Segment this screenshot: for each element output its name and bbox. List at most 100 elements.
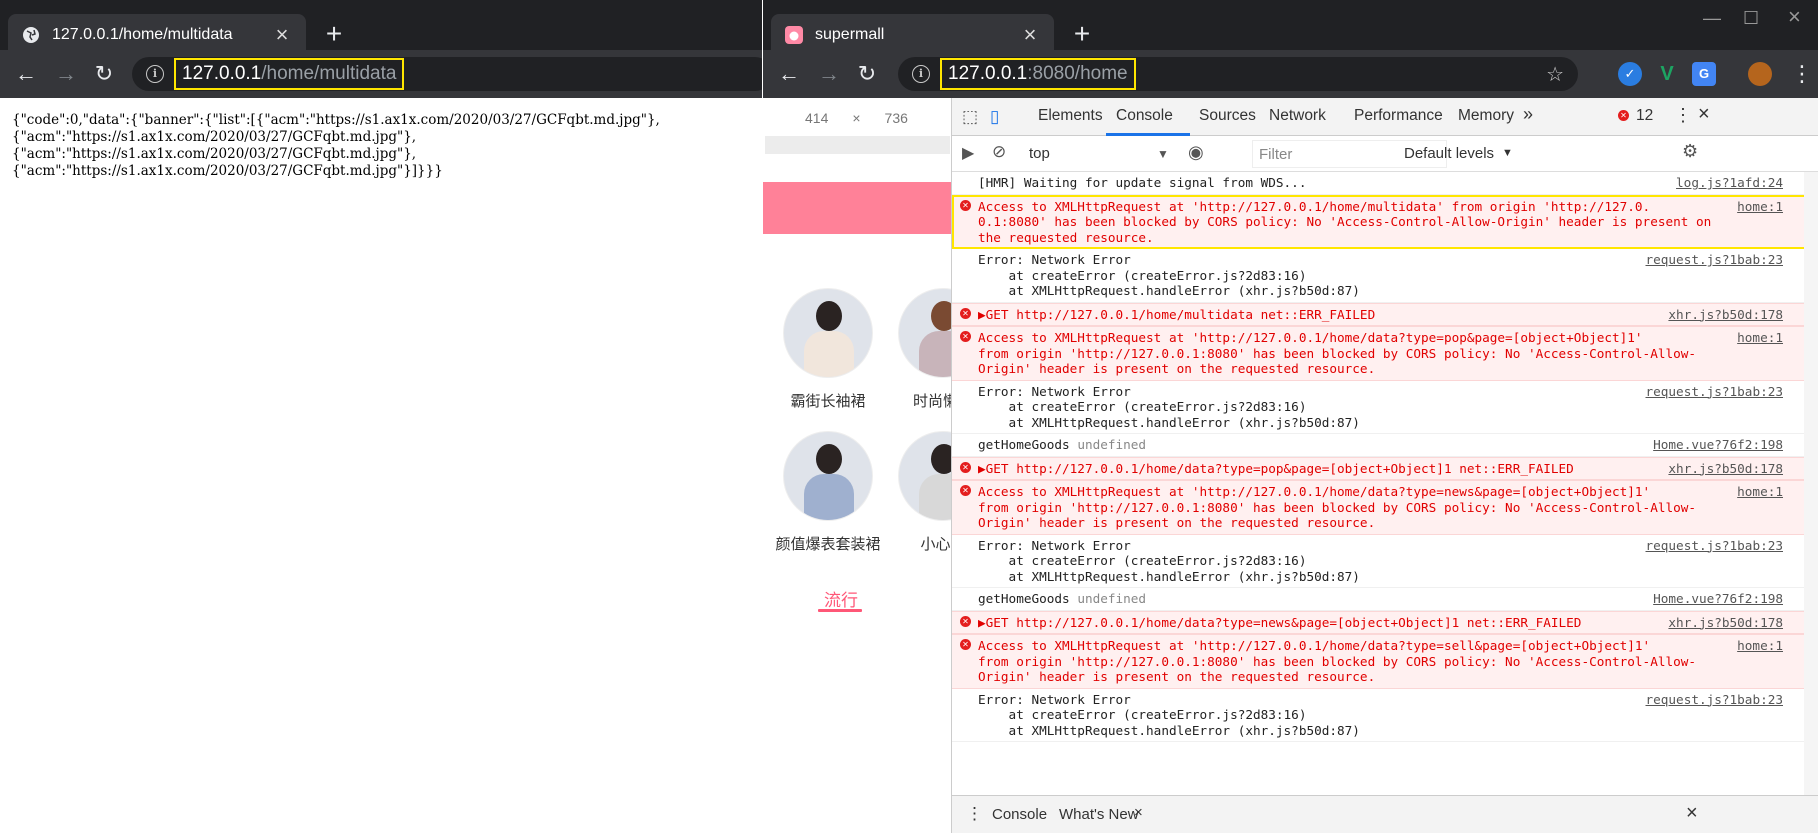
close-drawer-tab-icon[interactable]: × — [1134, 804, 1143, 821]
chevron-down-icon[interactable]: ▼ — [1157, 147, 1169, 161]
forward-button[interactable]: → — [815, 60, 843, 88]
tab-performance[interactable]: Performance — [1354, 107, 1443, 125]
source-link[interactable]: xhr.js?b50d:178 — [1668, 614, 1783, 630]
source-link[interactable]: home:1 — [1737, 638, 1783, 654]
default-levels-select[interactable]: Default levels — [1404, 145, 1494, 162]
console-error-message[interactable]: ✕ ▶GET http://127.0.0.1/home/multidata ne… — [952, 302, 1818, 326]
source-link[interactable]: home:1 — [1737, 484, 1783, 500]
source-link[interactable]: xhr.js?b50d:178 — [1668, 306, 1783, 322]
forward-button[interactable]: → — [52, 60, 80, 88]
console-line: Origin' header is present on the request… — [978, 515, 1376, 530]
address-bar[interactable]: i 127.0.0.1:8080/home ☆ — [898, 57, 1578, 91]
new-tab-button[interactable]: + — [1066, 18, 1098, 50]
supermall-favicon-icon — [785, 26, 803, 44]
console-error-message[interactable]: ✕ Access to XMLHttpRequest at 'http://127… — [952, 326, 1818, 381]
close-drawer-icon[interactable]: × — [1686, 802, 1698, 825]
source-link[interactable]: xhr.js?b50d:178 — [1668, 460, 1783, 476]
drawer-tab-whats-new[interactable]: What's New — [1059, 806, 1139, 823]
source-link[interactable]: request.js?1bab:23 — [1646, 252, 1784, 268]
reload-button[interactable]: ↻ — [853, 60, 881, 88]
tab-elements[interactable]: Elements — [1038, 107, 1103, 125]
globe-icon — [23, 27, 39, 43]
translate-icon[interactable]: G — [1692, 62, 1716, 86]
console-error-message[interactable]: ✕ ▶GET http://127.0.0.1/home/data?type=ne… — [952, 610, 1818, 634]
avatar[interactable] — [1748, 62, 1772, 86]
console-log-message[interactable]: [HMR] Waiting for update signal from WDS… — [952, 172, 1818, 195]
source-link[interactable]: request.js?1bab:23 — [1646, 692, 1784, 708]
console-error-message[interactable]: ✕ Access to XMLHttpRequest at 'http://127… — [952, 634, 1818, 689]
menu-icon[interactable]: ⋮ — [1788, 60, 1816, 88]
json-response: {"code":0,"data":{"banner":{"list":[{"ac… — [12, 112, 660, 180]
eye-icon[interactable]: ◉ — [1188, 142, 1204, 163]
console-log-message[interactable]: getHomeGoods undefined Home.vue?76f2:198 — [952, 434, 1818, 457]
clear-console-icon[interactable]: ⊘ — [992, 142, 1006, 162]
device-toolbar-icon[interactable]: ▯ — [990, 107, 999, 127]
tab-sources[interactable]: Sources — [1199, 107, 1256, 125]
console-error-message[interactable]: ✕ Access to XMLHttpRequest at 'http://127… — [952, 194, 1818, 249]
close-tab-icon[interactable]: × — [272, 22, 292, 48]
close-devtools-icon[interactable]: × — [1698, 103, 1710, 126]
error-count[interactable]: 12 — [1636, 107, 1653, 125]
levels-chevron-icon[interactable]: ▼ — [1502, 147, 1513, 159]
category-item[interactable]: 霸街长袖裙 — [773, 288, 883, 411]
device-height[interactable]: 736 — [885, 110, 908, 126]
tab-pop[interactable]: 流行 — [824, 586, 858, 611]
drawer-tab-console[interactable]: Console — [992, 806, 1047, 823]
console-log-message[interactable]: getHomeGoods undefined Home.vue?76f2:198 — [952, 588, 1818, 611]
source-link[interactable]: Home.vue?76f2:198 — [1653, 591, 1783, 607]
console-line: Access to XMLHttpRequest at 'http://127.… — [978, 638, 1651, 653]
back-button[interactable]: ← — [12, 60, 40, 88]
inspect-icon[interactable]: ⬚ — [962, 107, 978, 127]
console-line: at XMLHttpRequest.handleError (xhr.js?b5… — [978, 414, 1360, 430]
extension-vue-icon[interactable]: V — [1655, 62, 1679, 86]
category-item[interactable]: 小心机 — [888, 431, 951, 554]
console-error-message[interactable]: ✕ ▶GET http://127.0.0.1/home/data?type=po… — [952, 456, 1818, 480]
source-link[interactable]: request.js?1bab:23 — [1646, 384, 1784, 400]
drawer-menu-icon[interactable]: ⋮ — [966, 804, 983, 824]
source-link[interactable]: home:1 — [1737, 198, 1783, 214]
source-link[interactable]: home:1 — [1737, 330, 1783, 346]
maximize-icon[interactable]: ☐ — [1743, 8, 1759, 29]
close-tab-icon[interactable]: × — [1020, 22, 1040, 48]
console-log-message[interactable]: Error: Network Error at createError (cre… — [952, 381, 1818, 434]
star-icon[interactable]: ☆ — [1546, 62, 1564, 87]
console-line: [HMR] Waiting for update signal from WDS… — [978, 175, 1307, 190]
extension-blue-icon[interactable]: ✓ — [1618, 62, 1642, 86]
source-link[interactable]: Home.vue?76f2:198 — [1653, 437, 1783, 453]
url-text[interactable]: 127.0.0.1/home/multidata — [174, 58, 405, 90]
device-search-bar — [765, 136, 950, 154]
address-bar[interactable]: i 127.0.0.1/home/multidata — [132, 57, 762, 91]
gear-icon[interactable]: ⚙ — [1682, 141, 1698, 162]
console-error-message[interactable]: ✕ Access to XMLHttpRequest at 'http://127… — [952, 480, 1818, 535]
back-button[interactable]: ← — [775, 60, 803, 88]
minimize-icon[interactable]: — — [1703, 8, 1721, 29]
console-line: from origin 'http://127.0.0.1:8080' has … — [978, 653, 1697, 669]
context-select[interactable]: top — [1029, 145, 1050, 162]
devtools-menu-icon[interactable]: ⋮ — [1674, 105, 1692, 126]
reload-button[interactable]: ↻ — [90, 60, 118, 88]
console-scrollbar[interactable] — [1804, 172, 1818, 795]
close-window-icon[interactable]: × — [1788, 4, 1801, 30]
url-text[interactable]: 127.0.0.1:8080/home — [940, 58, 1136, 90]
source-link[interactable]: request.js?1bab:23 — [1646, 538, 1784, 554]
source-link[interactable]: log.js?1afd:24 — [1676, 175, 1783, 191]
device-width[interactable]: 414 — [805, 110, 828, 126]
error-icon[interactable]: ✕ — [1618, 110, 1629, 121]
left-toolbar: ← → ↻ i 127.0.0.1/home/multidata — [0, 50, 762, 98]
console-line: at XMLHttpRequest.handleError (xhr.js?b5… — [978, 722, 1360, 738]
info-icon[interactable]: i — [912, 65, 930, 83]
console-log-message[interactable]: Error: Network Error at createError (cre… — [952, 689, 1818, 742]
category-item[interactable]: 颜值爆表套装裙 — [773, 431, 883, 554]
tab-pop-underline — [818, 609, 862, 612]
console-log-message[interactable]: Error: Network Error at createError (cre… — [952, 249, 1818, 303]
tab-network[interactable]: Network — [1269, 107, 1326, 125]
tab-memory[interactable]: Memory — [1458, 107, 1514, 125]
new-tab-button[interactable]: + — [318, 18, 350, 50]
console-log-message[interactable]: Error: Network Error at createError (cre… — [952, 535, 1818, 588]
more-tabs-button[interactable]: » — [1523, 104, 1533, 125]
category-item[interactable]: 时尚懒人 — [888, 288, 951, 411]
console-line: at createError (createError.js?2d83:16) — [978, 553, 1307, 568]
sidebar-toggle-icon[interactable]: ▶ — [962, 143, 974, 163]
tab-console[interactable]: Console — [1116, 107, 1173, 125]
info-icon[interactable]: i — [146, 65, 164, 83]
